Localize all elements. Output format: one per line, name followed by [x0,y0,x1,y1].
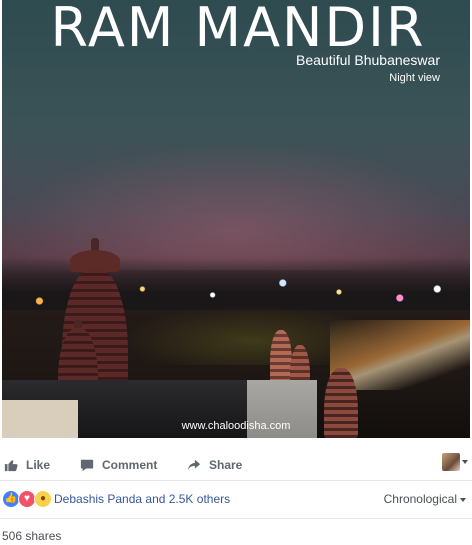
avatar-selector[interactable] [442,453,468,471]
post-actions: Like Comment Share [0,452,472,478]
thumbs-up-icon [4,460,18,472]
like-label: Like [26,458,51,472]
photo-caption: Night view [389,72,440,84]
comment-label: Comment [102,458,158,472]
sort-label: Chronological [383,492,457,506]
share-button[interactable]: Share [187,452,242,478]
sort-dropdown[interactable]: Chronological [384,492,466,506]
post-photo[interactable]: RAM MANDIR Beautiful Bhubaneswar Night v… [2,0,470,438]
comment-icon [80,459,94,472]
divider [0,518,472,519]
share-label: Share [209,458,243,472]
divider [0,480,472,481]
caret-down-icon [460,497,466,502]
comment-button[interactable]: Comment [80,452,157,478]
like-button[interactable]: Like [4,452,50,478]
shares-count[interactable]: 506 shares [2,529,61,543]
rooftop-ledge [2,400,78,438]
reactions-row: 👍 ♥ ● Debashis Panda and 2.5K others Chr… [0,488,472,510]
post-card: RAM MANDIR Beautiful Bhubaneswar Night v… [0,0,472,545]
share-arrow-icon [187,459,201,471]
reactions-summary[interactable]: Debashis Panda and 2.5K others [54,492,230,506]
photo-title: RAM MANDIR [50,0,426,59]
photo-subtitle: Beautiful Bhubaneswar [296,52,440,68]
photo-watermark: www.chaloodisha.com [181,420,291,432]
wow-reaction-icon[interactable]: ● [34,490,52,508]
temple-distant-1 [270,330,292,382]
chevron-down-icon [462,460,468,464]
